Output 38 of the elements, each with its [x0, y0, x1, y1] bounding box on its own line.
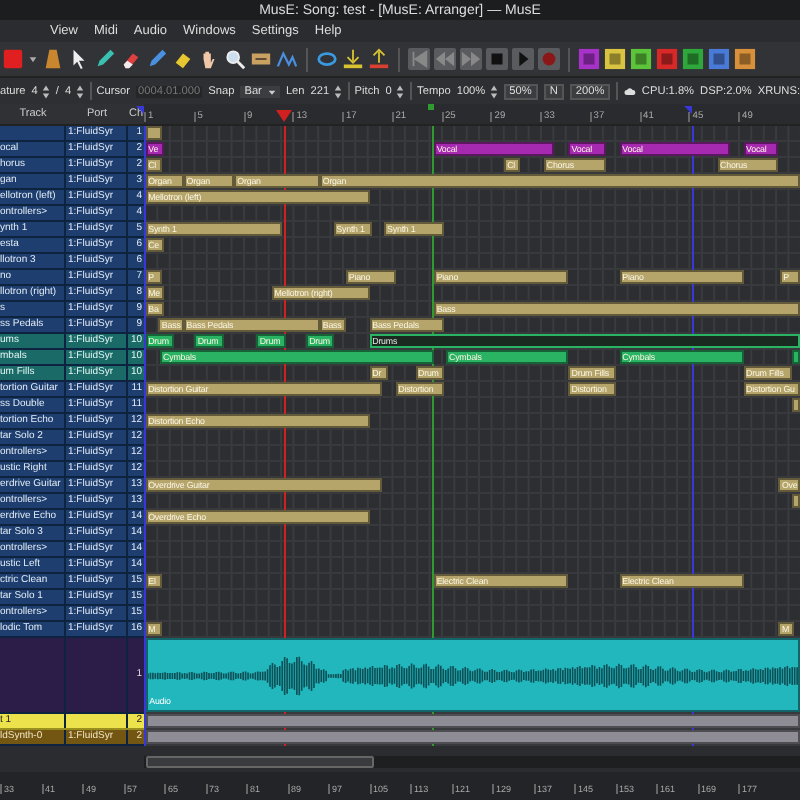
spin-arrows-icon[interactable] [75, 83, 84, 99]
window-icon[interactable] [708, 48, 730, 70]
arranger-part[interactable] [792, 350, 800, 364]
arranger-part[interactable] [145, 730, 800, 744]
automation-icon[interactable] [276, 48, 298, 70]
window-icon[interactable] [682, 48, 704, 70]
rewind-icon[interactable] [434, 48, 456, 70]
spin-arrows-icon[interactable] [395, 83, 404, 99]
position-marker-icon[interactable] [427, 104, 434, 110]
metronome-icon[interactable] [42, 48, 64, 70]
pointer-icon[interactable] [68, 48, 90, 70]
playhead-marker-icon[interactable] [275, 110, 292, 122]
pen-icon[interactable] [146, 48, 168, 70]
spin-arrows-icon[interactable] [333, 83, 342, 99]
window-icon[interactable] [734, 48, 756, 70]
window-icon[interactable] [630, 48, 652, 70]
hand-icon[interactable] [198, 48, 220, 70]
punch-out-icon[interactable] [368, 48, 390, 70]
cloud-icon[interactable] [623, 83, 636, 99]
stop-icon[interactable] [486, 48, 508, 70]
arranger-part[interactable] [792, 494, 800, 508]
zoom-icon[interactable] [224, 48, 246, 70]
record-icon[interactable] [2, 48, 24, 70]
pencil-icon[interactable] [94, 48, 116, 70]
punch-in-icon[interactable] [342, 48, 364, 70]
eraser-icon[interactable] [120, 48, 142, 70]
arranger-part[interactable] [792, 398, 800, 412]
spin-arrows-icon[interactable] [41, 83, 50, 99]
play-icon[interactable] [512, 48, 534, 70]
skip-start-icon[interactable] [408, 48, 430, 70]
scrollbar-thumb[interactable] [146, 756, 374, 768]
window-icon[interactable] [656, 48, 678, 70]
loop-icon[interactable] [316, 48, 338, 70]
caret-icon [267, 87, 276, 95]
fast-forward-icon[interactable] [460, 48, 482, 70]
arranger-part[interactable] [145, 714, 800, 728]
spin-arrows-icon[interactable] [489, 83, 498, 99]
window-icon[interactable] [604, 48, 626, 70]
